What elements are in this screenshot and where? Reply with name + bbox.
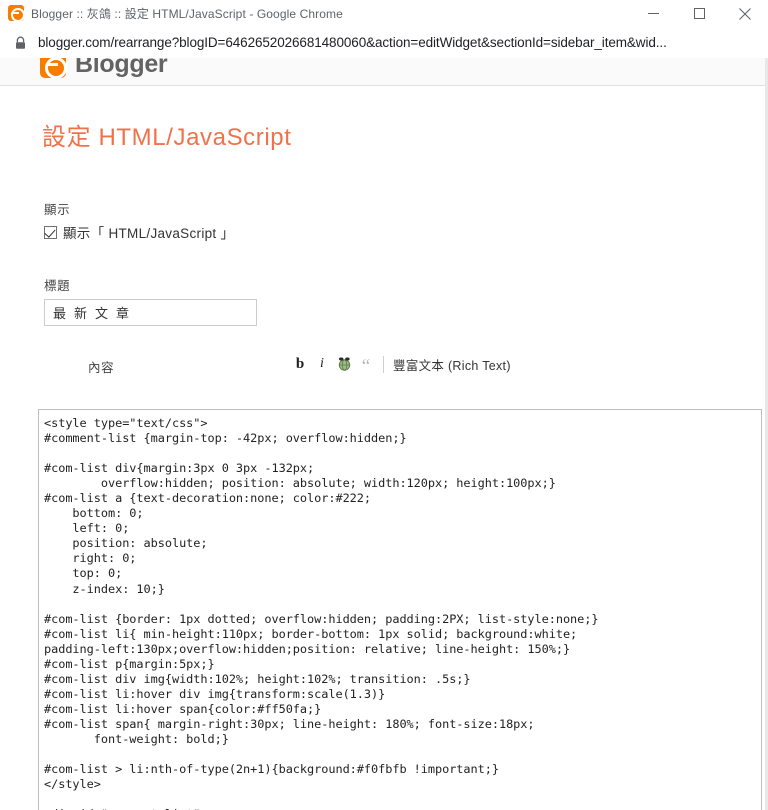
title-field-label: 標題 (44, 279, 71, 293)
textarea-right-border (761, 409, 762, 810)
display-checkbox-label: 顯示「 HTML/JavaScript 」 (63, 226, 235, 241)
chrome-browser-window: Blogger :: 灰鴿 :: 設定 HTML/JavaScript - Go… (0, 0, 768, 810)
window-controls (630, 0, 768, 27)
content-field-header: 內容 b i “ 豐富文本 (Rich Text) (0, 353, 768, 377)
rich-text-mode-label[interactable]: 豐富文本 (Rich Text) (393, 355, 511, 374)
lock-icon (14, 36, 27, 50)
widget-config-form: 設定 HTML/JavaScript 顯示 顯示「 HTML/JavaScrip… (0, 87, 768, 810)
maximize-button[interactable] (676, 0, 722, 27)
blogger-favicon-icon (8, 5, 25, 22)
display-field-label: 顯示 (44, 203, 71, 217)
minimize-button[interactable] (630, 0, 676, 27)
window-title: Blogger :: 灰鴿 :: 設定 HTML/JavaScript - Go… (31, 6, 343, 21)
window-title-bar: Blogger :: 灰鴿 :: 設定 HTML/JavaScript - Go… (0, 0, 768, 27)
page-viewport: Blogger 設定 HTML/JavaScript 顯示 顯示「 HTML/J… (0, 44, 768, 810)
link-globe-icon[interactable] (334, 354, 354, 374)
bold-button[interactable]: b (290, 354, 310, 374)
title-input[interactable] (44, 299, 257, 326)
rich-text-toolbar: b i “ 豐富文本 (Rich Text) (290, 353, 511, 376)
display-checkbox[interactable] (44, 225, 57, 239)
display-field-group: 顯示 顯示「 HTML/JavaScript 」 (0, 199, 768, 242)
content-field-label: 內容 (88, 361, 115, 375)
url-text: blogger.com/rearrange?blogID=64626520266… (38, 35, 667, 50)
italic-button[interactable]: i (312, 354, 332, 374)
content-textarea[interactable] (38, 409, 762, 810)
close-button[interactable] (722, 0, 768, 27)
toolbar-separator (383, 355, 384, 373)
display-checkbox-row[interactable]: 顯示「 HTML/JavaScript 」 (44, 222, 768, 242)
address-bar[interactable]: blogger.com/rearrange?blogID=64626520266… (0, 27, 768, 58)
title-field-group: 標題 (0, 275, 768, 326)
page-title: 設定 HTML/JavaScript (42, 124, 292, 151)
blockquote-button[interactable]: “ (356, 354, 376, 376)
